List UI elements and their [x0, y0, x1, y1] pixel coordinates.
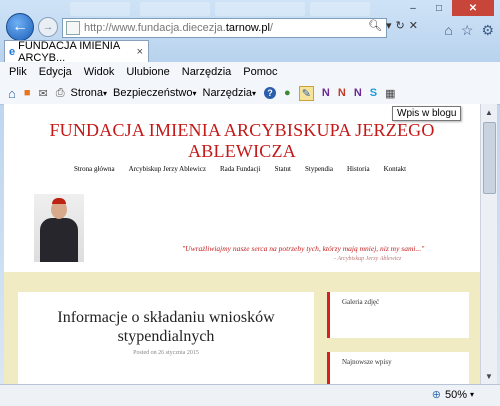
command-bar: ⌂ ■ ✉ ⎙ Strona ▾ Bezpieczeństwo ▾ Narzędzi… — [0, 82, 500, 105]
menu-plik[interactable]: Plik — [9, 66, 27, 78]
menu-ulubione[interactable]: Ulubione — [126, 66, 169, 78]
url-prefix: http://www.fundacja.diecezja. — [84, 22, 226, 34]
nav-historia[interactable]: Historia — [347, 165, 370, 173]
menu-edycja[interactable]: Edycja — [39, 66, 72, 78]
forward-button[interactable]: → — [38, 17, 58, 37]
minimize-button[interactable]: – — [400, 0, 426, 16]
zoom-icon: ⊕ — [431, 389, 441, 401]
back-button[interactable]: ← — [6, 13, 34, 41]
address-bar[interactable]: http://www.fundacja.diecezja. tarnow.pl / — [62, 18, 387, 38]
background-tab[interactable] — [310, 2, 370, 16]
page-icon — [66, 21, 80, 35]
chevron-down-icon[interactable]: ▾ — [470, 390, 474, 399]
address-bar-buttons: 🔍︎ ▾ ↻ ✕ — [368, 19, 418, 32]
archbishop-portrait — [34, 194, 84, 262]
site-title: FUNDACJA IMIENIA ARCYBISKUPA JERZEGO ABL… — [49, 120, 435, 161]
skype-icon[interactable]: S — [370, 87, 377, 99]
nav-rada-fundacji[interactable]: Rada Fundacji — [220, 165, 261, 173]
gear-icon[interactable]: ⚙ — [481, 22, 494, 39]
refresh-icon[interactable]: ↻ — [396, 19, 405, 32]
url-suffix: / — [269, 22, 273, 34]
home-icon[interactable]: ⌂ — [8, 86, 16, 101]
stop-icon[interactable]: ✕ — [409, 19, 418, 32]
tools-menu[interactable]: Narzędzia — [203, 87, 253, 99]
home-icon[interactable]: ⌂ — [444, 22, 452, 39]
nav-kontakt[interactable]: Kontakt — [384, 165, 407, 173]
mail-icon[interactable]: ✉ — [39, 87, 48, 100]
browser-right-icons: ⌂ ☆ ⚙ — [444, 22, 494, 39]
browser-window: – □ ✕ ← → http://www.fundacja.diecezja. t… — [0, 0, 500, 406]
status-bar: ⊕ 50% ▾ — [0, 384, 500, 406]
menu-narzedzia[interactable]: Narzędzia — [182, 66, 232, 78]
scroll-down-icon[interactable]: ▼ — [481, 368, 497, 384]
tab-active[interactable]: e FUNDACJA IMIENIA ARCYB... × — [4, 39, 149, 64]
zoom-control[interactable]: ⊕ 50% ▾ — [431, 388, 474, 402]
tab-title: FUNDACJA IMIENIA ARCYB... — [18, 39, 120, 64]
vertical-scrollbar[interactable]: ▲ ▼ — [480, 104, 497, 384]
ie-icon: e — [9, 45, 16, 58]
calendar-icon[interactable]: ▦ — [385, 87, 395, 100]
scroll-thumb[interactable] — [483, 122, 496, 194]
nav-stypendia[interactable]: Stypendia — [305, 165, 333, 173]
tab-close-icon[interactable]: × — [137, 46, 143, 58]
onenote-linked-icon[interactable]: N — [354, 87, 362, 99]
search-icon[interactable]: 🔍︎ — [368, 19, 382, 32]
close-window-button[interactable]: ✕ — [452, 0, 494, 16]
security-menu[interactable]: Bezpieczeństwo — [113, 87, 193, 99]
window-controls: – □ ✕ — [400, 0, 494, 16]
favorites-star-icon[interactable]: ☆ — [461, 22, 474, 39]
nav-strona-glowna[interactable]: Strona główna — [74, 165, 115, 173]
help-icon[interactable]: ? — [264, 87, 277, 99]
menu-bar: Plik Edycja Widok Ulubione Narzędzia Pom… — [0, 62, 500, 82]
onenote-send-icon[interactable]: N — [338, 87, 346, 99]
nav-arcybiskup[interactable]: Arcybiskup Jerzy Ablewicz — [129, 165, 206, 173]
widget-title: Najnowsze wpisy — [342, 358, 392, 366]
widget-gallery: Galeria zdjęć — [327, 292, 469, 338]
dropdown-icon[interactable]: ▾ — [386, 19, 392, 32]
background-tab[interactable] — [70, 2, 130, 16]
menu-pomoc[interactable]: Pomoc — [243, 66, 277, 78]
post-card: Informacje o składaniu wniosków stypendi… — [18, 292, 314, 384]
nav-statut[interactable]: Statut — [275, 165, 291, 173]
messenger-icon[interactable]: ● — [284, 87, 291, 99]
tooltip: Wpis w blogu — [392, 106, 462, 121]
zoom-level: 50% — [444, 388, 467, 401]
widget-recent-posts: Najnowsze wpisy — [327, 352, 469, 384]
onenote-icon[interactable]: N — [322, 87, 330, 99]
menu-widok[interactable]: Widok — [84, 66, 115, 78]
scroll-up-icon[interactable]: ▲ — [481, 104, 497, 120]
url-host: tarnow.pl — [225, 22, 270, 34]
page-menu[interactable]: Strona — [71, 87, 103, 99]
page-viewport: FUNDACJA IMIENIA ARCYBISKUPA JERZEGO ABL… — [4, 104, 480, 384]
print-icon[interactable]: ⎙ — [56, 87, 65, 100]
site-nav: Strona główna Arcybiskup Jerzy Ablewicz … — [74, 165, 406, 173]
blog-post-icon[interactable]: ✎ — [298, 85, 314, 101]
header-quote: "Uwrażliwiajmy nasze serca na potrzeby t… — [182, 244, 425, 253]
feeds-icon[interactable]: ■ — [24, 87, 31, 99]
background-tab[interactable] — [140, 2, 210, 16]
post-date: Posted on 26 stycznia 2015 — [133, 350, 199, 356]
maximize-button[interactable]: □ — [426, 0, 452, 16]
quote-signature: - Arcybiskup Jerzy Ablewicz — [334, 256, 402, 262]
widget-title[interactable]: Galeria zdjęć — [342, 298, 379, 306]
post-title[interactable]: Informacje o składaniu wniosków stypendi… — [18, 308, 314, 346]
background-tab[interactable] — [215, 2, 305, 16]
